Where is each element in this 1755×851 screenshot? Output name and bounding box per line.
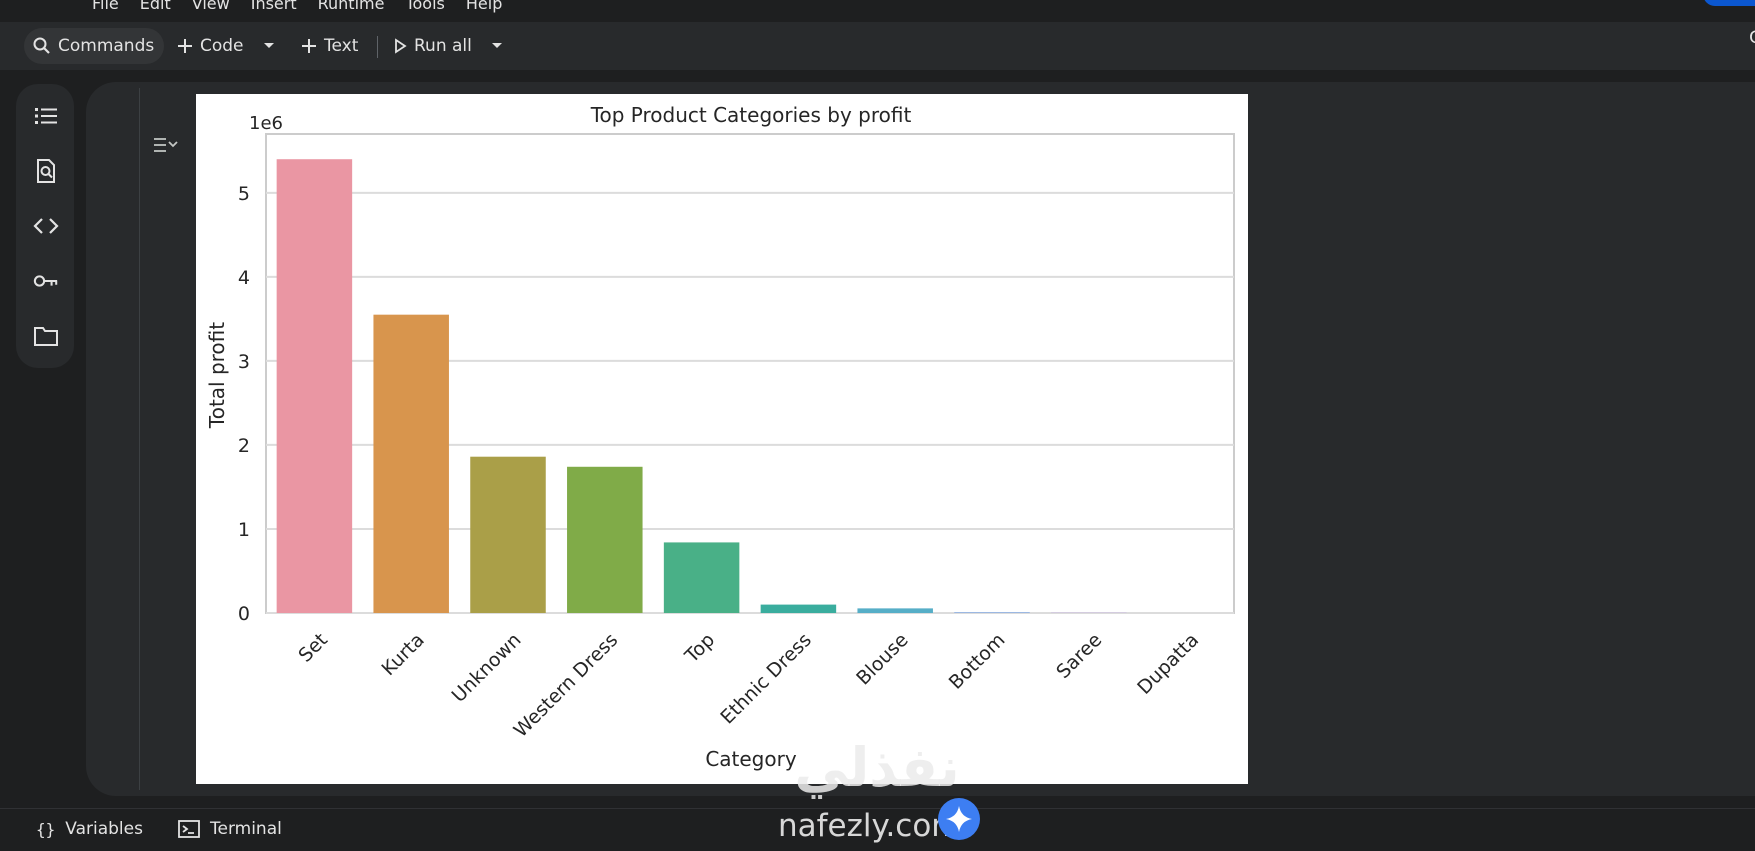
code-dropdown-button[interactable]	[262, 28, 282, 64]
menu-view[interactable]: View	[192, 0, 230, 13]
commands-label: Commands	[58, 36, 154, 56]
code-label: Code	[200, 36, 244, 56]
plus-icon	[176, 37, 194, 55]
y-tick-label: 1	[238, 519, 250, 541]
search-icon	[32, 36, 52, 56]
variables-label: Variables	[65, 819, 143, 839]
terminal-icon	[178, 820, 200, 838]
run-dropdown-button[interactable]	[490, 28, 510, 64]
x-tick-label: Saree	[1052, 629, 1106, 683]
x-tick-label: Bottom	[945, 629, 1010, 694]
menu-runtime[interactable]: Runtime	[318, 0, 385, 13]
braces-icon: {}	[36, 820, 55, 839]
bar	[857, 608, 933, 613]
y-axis-label: Total profit	[205, 322, 229, 429]
output-collapse-icon[interactable]	[152, 134, 178, 158]
y-tick-label: 4	[238, 267, 250, 289]
add-text-button[interactable]: Text	[300, 28, 358, 64]
x-tick-label: Ethnic Dress	[716, 629, 816, 729]
play-icon	[392, 38, 408, 54]
files-folder-icon[interactable]	[33, 323, 59, 349]
text-label: Text	[324, 36, 358, 56]
cell-gutter	[139, 88, 140, 790]
bar	[277, 159, 353, 613]
menu-list: File Edit View Insert Runtime Tools Help	[92, 0, 523, 13]
bar	[373, 315, 449, 613]
x-tick-label: Dupatta	[1133, 629, 1203, 699]
toolbar: Commands Code Text Run all C	[0, 22, 1755, 70]
run-all-button[interactable]: Run all	[392, 28, 472, 64]
y-tick-label: 0	[238, 603, 250, 625]
secrets-key-icon[interactable]	[33, 268, 59, 294]
watermark-arabic-text: نفذلي	[772, 738, 982, 798]
x-tick-label: Western Dress	[510, 629, 623, 742]
menu-edit[interactable]: Edit	[140, 0, 171, 13]
run-all-label: Run all	[414, 36, 472, 56]
watermark: نفذلي nafezly.com	[772, 738, 992, 850]
y-tick-label: 5	[238, 183, 250, 205]
chart-output: 0 1 2 3 4 5 Set Kurta UnknownWestern Dress TopEth…	[196, 94, 1248, 784]
y-tick-label: 2	[238, 435, 250, 457]
x-tick-label: Unknown	[448, 629, 526, 707]
toolbar-divider	[377, 36, 378, 58]
menu-insert[interactable]: Insert	[251, 0, 297, 13]
caret-down-icon	[262, 41, 276, 51]
menu-help[interactable]: Help	[466, 0, 502, 13]
x-tick-label: Kurta	[377, 629, 428, 680]
add-code-button[interactable]: Code	[176, 28, 244, 64]
menu-tools[interactable]: Tools	[405, 0, 444, 13]
bar	[567, 467, 643, 613]
chart-title: Top Product Categories by profit	[590, 103, 912, 127]
find-in-page-icon[interactable]	[33, 158, 59, 184]
x-tick-label: Top	[680, 629, 719, 668]
terminal-label: Terminal	[210, 819, 282, 839]
table-of-contents-icon[interactable]	[33, 103, 59, 129]
left-sidebar	[16, 84, 74, 368]
account-chip[interactable]	[1703, 0, 1755, 6]
bar	[954, 612, 1030, 613]
y-offset-label: 1e6	[249, 113, 283, 134]
menu-bar: File Edit View Insert Runtime Tools Help	[0, 0, 1755, 20]
bar-chart: 0 1 2 3 4 5 Set Kurta UnknownWestern Dress TopEth…	[196, 94, 1248, 784]
plus-icon	[300, 37, 318, 55]
watermark-latin-text: nafezly.com	[778, 808, 962, 844]
y-tick-label: 3	[238, 351, 250, 373]
toolbar-right-truncated[interactable]: C	[1749, 28, 1755, 48]
bar	[664, 542, 740, 613]
bar	[470, 457, 546, 613]
menu-file[interactable]: File	[92, 0, 119, 13]
variables-button[interactable]: {} Variables	[36, 819, 143, 839]
commands-button[interactable]: Commands	[24, 28, 164, 64]
plot-area: 0 1 2 3 4 5 Set Kurta UnknownWestern Dress TopEth…	[238, 134, 1234, 742]
x-tick-label: Blouse	[852, 629, 913, 690]
code-snippets-icon[interactable]	[33, 213, 59, 239]
bar	[761, 605, 837, 613]
x-tick-label: Set	[294, 629, 332, 667]
terminal-button[interactable]: Terminal	[178, 819, 282, 839]
sparkle-icon	[938, 798, 980, 840]
caret-down-icon	[490, 41, 504, 51]
